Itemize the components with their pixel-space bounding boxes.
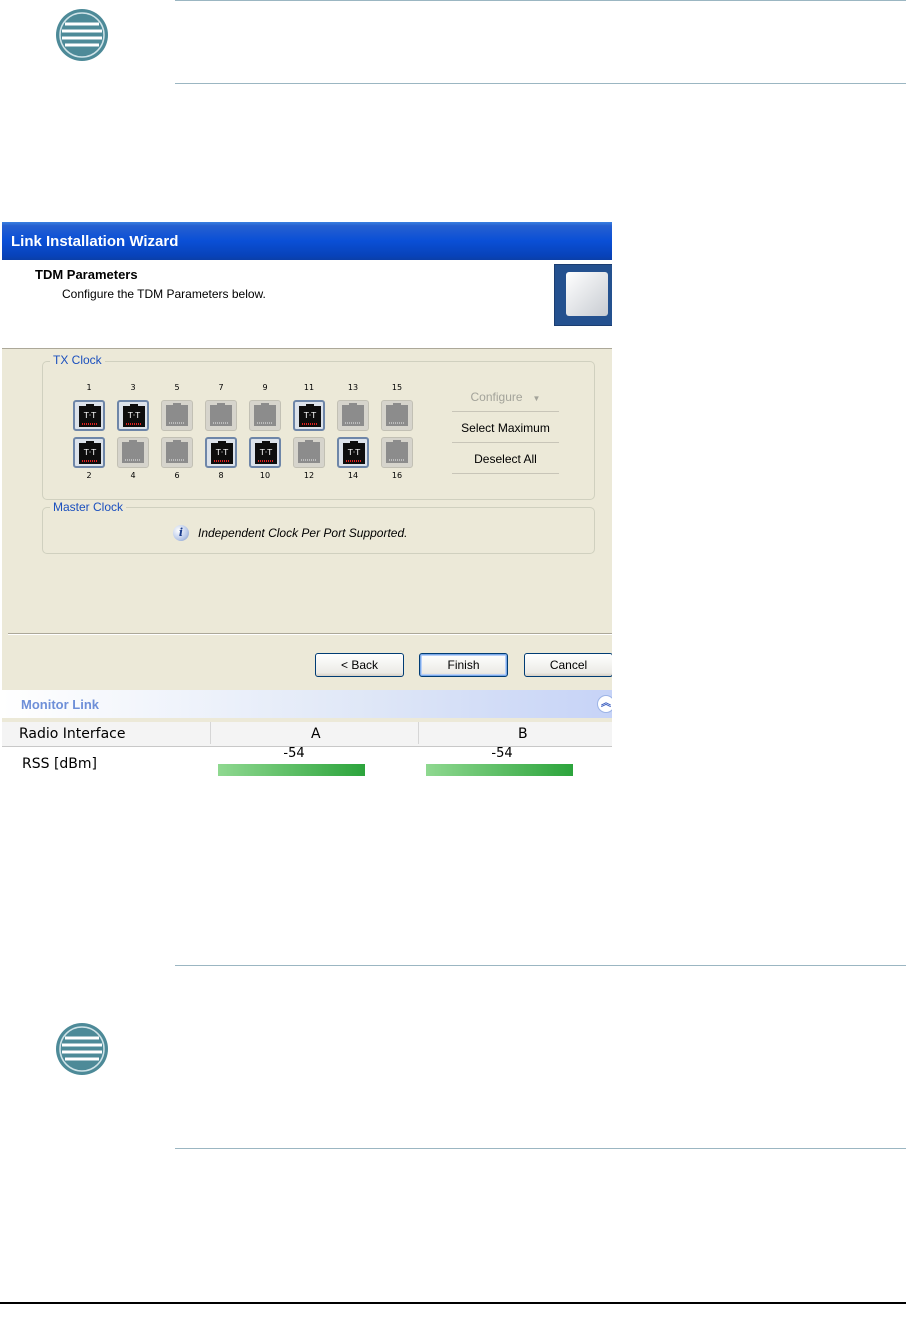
radio-interface-header: Radio Interface <box>19 726 126 742</box>
tx-clock-legend: TX Clock <box>50 353 105 367</box>
port-label: T·T <box>259 448 273 457</box>
rss-value-b: -54 <box>491 746 513 761</box>
port-number-label: 15 <box>391 383 403 392</box>
monitor-link-title: Monitor Link <box>21 697 99 712</box>
port-8-toggle[interactable]: T·T <box>205 437 237 468</box>
rj45-port-icon <box>254 403 276 426</box>
info-icon: i <box>173 525 189 541</box>
rss-bar-a <box>218 764 368 776</box>
port-number-label: 1 <box>86 383 92 392</box>
configure-button[interactable]: Configure ▼ <box>452 383 559 412</box>
port-number-label: 6 <box>174 471 180 480</box>
rj45-port-icon: T·T <box>123 404 145 427</box>
port-number-label: 16 <box>391 471 403 480</box>
port-label: T·T <box>83 448 97 457</box>
port-number-label: 10 <box>259 471 271 480</box>
rj45-port-icon <box>386 403 408 426</box>
antenna-image <box>554 264 612 326</box>
port-number-label: 4 <box>130 471 136 480</box>
page-subtitle: Configure the TDM Parameters below. <box>62 287 266 301</box>
note-top-rule <box>175 0 906 1</box>
rss-row-label: RSS [dBm] <box>22 756 98 772</box>
port-4-toggle[interactable] <box>117 437 149 468</box>
port-label: T·T <box>347 448 361 457</box>
rss-bar-a-fill <box>218 764 365 776</box>
rj45-port-icon: T·T <box>79 441 101 464</box>
back-button[interactable]: < Back <box>315 653 404 677</box>
port-number-label: 9 <box>262 383 268 392</box>
rj45-port-icon <box>122 440 144 463</box>
note-icon <box>56 9 108 61</box>
chevron-double-up-icon[interactable]: ︽ <box>597 695 612 713</box>
window-titlebar[interactable]: Link Installation Wizard <box>2 222 612 260</box>
port-11-toggle[interactable]: T·T <box>293 400 325 431</box>
rj45-port-icon <box>166 440 188 463</box>
page-footer-rule <box>0 1302 906 1304</box>
port-label: T·T <box>127 411 141 420</box>
button-separator <box>8 633 612 635</box>
port-12-toggle[interactable] <box>293 437 325 468</box>
rj45-port-icon: T·T <box>211 441 233 464</box>
port-16-toggle[interactable] <box>381 437 413 468</box>
rj45-port-icon <box>210 403 232 426</box>
monitor-link-bar: Monitor Link ︽ <box>2 690 612 718</box>
port-number-label: 12 <box>303 471 315 480</box>
rj45-port-icon: T·T <box>79 404 101 427</box>
rj45-port-icon <box>386 440 408 463</box>
rj45-port-icon <box>342 403 364 426</box>
window-title: Link Installation Wizard <box>11 233 179 250</box>
port-label: T·T <box>303 411 317 420</box>
table-header-row: Radio Interface A B <box>2 722 612 747</box>
port-7-toggle[interactable] <box>205 400 237 431</box>
cancel-button[interactable]: Cancel <box>524 653 612 677</box>
port-number-label: 5 <box>174 383 180 392</box>
column-a-header: A <box>311 726 321 742</box>
chevron-down-icon: ▼ <box>532 394 541 403</box>
port-label: T·T <box>83 411 97 420</box>
port-number-label: 7 <box>218 383 224 392</box>
link-installation-wizard-window: Link Installation Wizard TDM Parameters … <box>2 222 612 783</box>
note-bottom-rule <box>175 83 906 84</box>
port-10-toggle[interactable]: T·T <box>249 437 281 468</box>
port-2-toggle[interactable]: T·T <box>73 437 105 468</box>
wizard-header: TDM Parameters Configure the TDM Paramet… <box>2 260 612 349</box>
port-15-toggle[interactable] <box>381 400 413 431</box>
finish-button[interactable]: Finish <box>419 653 508 677</box>
port-label: T·T <box>215 448 229 457</box>
note-icon <box>56 1023 108 1075</box>
rj45-port-icon: T·T <box>299 404 321 427</box>
select-maximum-button[interactable]: Select Maximum <box>452 414 559 443</box>
rj45-port-icon <box>298 440 320 463</box>
port-number-label: 8 <box>218 471 224 480</box>
rj45-port-icon: T·T <box>255 441 277 464</box>
master-clock-info-text: Independent Clock Per Port Supported. <box>198 526 408 540</box>
port-3-toggle[interactable]: T·T <box>117 400 149 431</box>
rss-bar-b <box>426 764 576 776</box>
rss-bar-b-fill <box>426 764 573 776</box>
port-14-toggle[interactable]: T·T <box>337 437 369 468</box>
rj45-port-icon <box>166 403 188 426</box>
deselect-all-button[interactable]: Deselect All <box>452 445 559 474</box>
port-number-label: 11 <box>303 383 315 392</box>
port-1-toggle[interactable]: T·T <box>73 400 105 431</box>
port-6-toggle[interactable] <box>161 437 193 468</box>
note-top-rule <box>175 965 906 966</box>
port-number-label: 3 <box>130 383 136 392</box>
column-b-header: B <box>518 726 528 742</box>
port-5-toggle[interactable] <box>161 400 193 431</box>
port-number-label: 2 <box>86 471 92 480</box>
port-number-label: 14 <box>347 471 359 480</box>
port-number-label: 13 <box>347 383 359 392</box>
port-9-toggle[interactable] <box>249 400 281 431</box>
master-clock-legend: Master Clock <box>50 500 127 514</box>
rj45-port-icon: T·T <box>343 441 365 464</box>
rss-value-a: -54 <box>283 746 305 761</box>
note-bottom-rule <box>175 1148 906 1149</box>
port-13-toggle[interactable] <box>337 400 369 431</box>
page-title: TDM Parameters <box>35 267 138 282</box>
